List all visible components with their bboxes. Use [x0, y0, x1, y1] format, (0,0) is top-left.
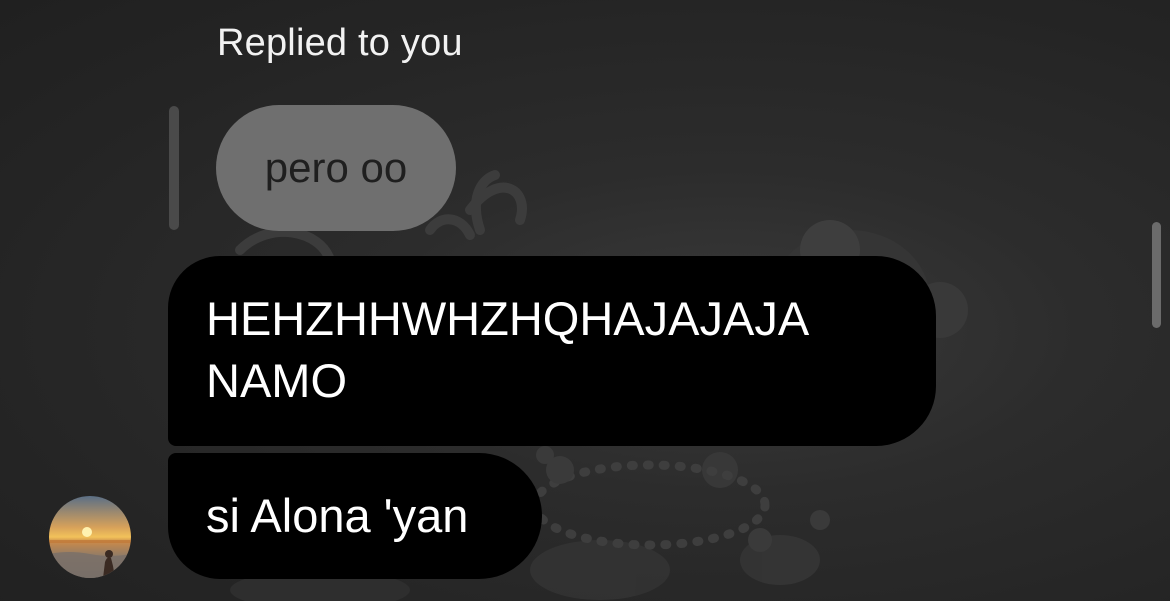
scrollbar[interactable] [1152, 222, 1161, 328]
sender-avatar[interactable] [49, 496, 131, 578]
reply-quote-bar [169, 106, 179, 230]
quoted-message-text: pero oo [264, 144, 408, 191]
replied-to-you-label: Replied to you [217, 22, 463, 64]
message-bubble[interactable]: HEHZHHWHZHQHAJAJAJA NAMO [168, 256, 936, 446]
message-bubble[interactable]: si Alona 'yan [168, 453, 542, 579]
avatar-photo [49, 496, 131, 578]
message-text: si Alona 'yan [206, 489, 469, 542]
quoted-message-bubble[interactable]: pero oo [216, 105, 456, 231]
message-text: HEHZHHWHZHQHAJAJAJA NAMO [206, 292, 807, 407]
